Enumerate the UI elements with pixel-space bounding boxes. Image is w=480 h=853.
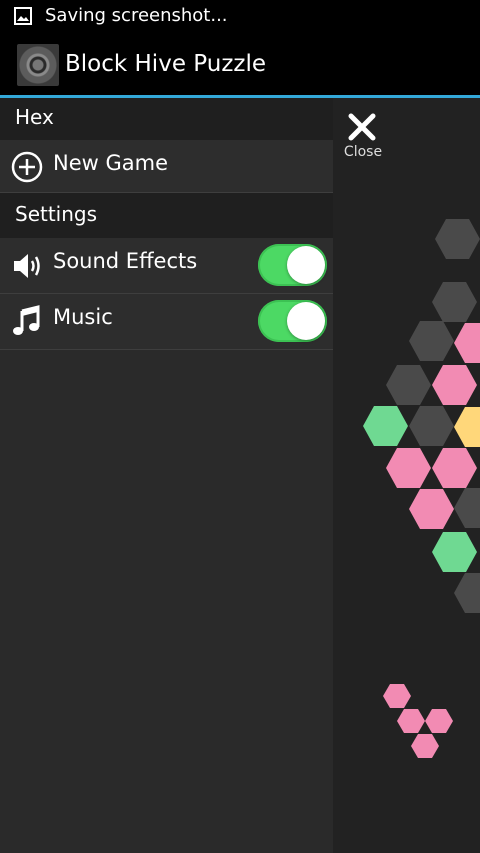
toggle-knob [287,246,325,284]
sound-effects-label: Sound Effects [53,249,198,273]
app-title: Block Hive Puzzle [65,51,267,77]
plus-circle-icon [11,151,43,183]
section-header-hex: Hex [0,98,333,140]
game-board-area[interactable]: Close [333,98,480,853]
music-note-icon [13,305,40,335]
hex-cell [409,489,454,529]
status-text: Saving screenshot... [45,5,228,26]
close-label: Close [343,144,383,160]
hex-cell [409,321,454,361]
new-game-item[interactable]: New Game [0,140,333,193]
sound-effects-item[interactable]: Sound Effects [0,238,333,294]
hex-cell [435,219,480,259]
next-piece-hex [383,684,411,708]
music-label: Music [53,305,113,329]
hex-cell [432,282,477,322]
next-piece-hex [397,709,425,733]
section-header-settings: Settings [0,193,333,238]
speaker-icon [14,254,40,278]
hex-cell [432,532,477,572]
app-logo-icon[interactable] [17,44,59,86]
hex-cell [386,365,431,405]
hex-cell [386,448,431,488]
sound-effects-toggle[interactable] [258,244,327,286]
hex-cell [454,407,480,447]
hex-cell [454,573,480,613]
music-toggle[interactable] [258,300,327,342]
hex-cell [363,406,408,446]
next-piece-hex [411,734,439,758]
toggle-knob [287,302,325,340]
music-item[interactable]: Music [0,294,333,350]
hex-board[interactable] [333,98,480,853]
next-piece-hex [425,709,453,733]
image-icon [14,7,32,25]
hex-cell [432,365,477,405]
app-bar: Block Hive Puzzle [0,33,480,98]
section-header-hex-label: Hex [15,105,54,129]
hex-cell [454,488,480,528]
new-game-label: New Game [53,151,168,175]
hex-cell [454,323,480,363]
close-button[interactable]: Close [341,112,385,164]
section-header-settings-label: Settings [15,202,98,226]
close-icon [348,113,376,141]
drawer-menu: Hex New Game Settings Sound Effects Musi… [0,98,333,853]
hex-cell [432,448,477,488]
hex-cell [409,406,454,446]
status-bar: Saving screenshot... [0,0,480,33]
